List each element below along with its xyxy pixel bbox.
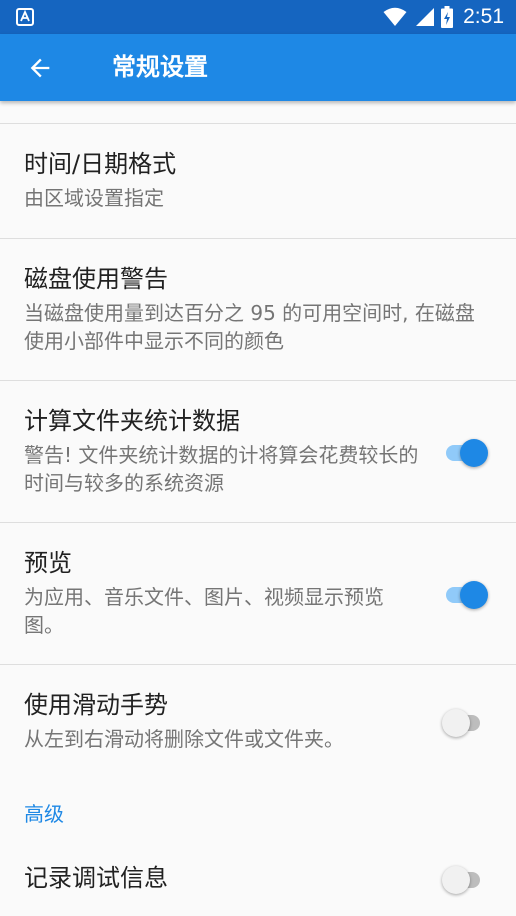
switch-thumb	[442, 866, 470, 894]
pref-summary: 为应用、音乐文件、图片、视频显示预览图。	[24, 585, 384, 637]
folder-stats-switch[interactable]	[442, 436, 488, 468]
category-advanced: 高级	[24, 802, 64, 826]
pref-title: 时间/日期格式	[24, 150, 177, 178]
app-notification-icon	[16, 8, 34, 26]
pref-summary: 由区域设置指定	[24, 186, 164, 210]
pref-folder-stats[interactable]: 计算文件夹统计数据 警告! 文件夹统计数据的计将算会花费较长的时间与较多的系统资…	[0, 381, 516, 523]
switch-thumb	[460, 438, 488, 467]
pref-title: 磁盘使用警告	[24, 265, 168, 293]
status-time: 2:51	[463, 5, 504, 28]
pref-title: 预览	[24, 549, 72, 577]
app-bar: 常规设置	[0, 34, 516, 101]
list-top-divider	[0, 101, 516, 124]
signal-icon	[416, 8, 435, 26]
pref-disk-usage-warning[interactable]: 磁盘使用警告 当磁盘使用量到达百分之 95 的可用空间时, 在磁盘使用小部件中显…	[0, 239, 516, 381]
pref-preview[interactable]: 预览 为应用、音乐文件、图片、视频显示预览图。	[0, 523, 516, 665]
pref-summary: 当磁盘使用量到达百分之 95 的可用空间时, 在磁盘使用小部件中显示不同的颜色	[24, 301, 475, 353]
pref-summary: 警告! 文件夹统计数据的计将算会花费较长的时间与较多的系统资源	[24, 443, 419, 495]
pref-title: 记录调试信息	[24, 864, 168, 892]
wifi-icon	[383, 7, 407, 26]
pref-title: 使用滑动手势	[24, 691, 168, 719]
page-title: 常规设置	[112, 53, 208, 81]
debug-log-switch[interactable]	[442, 863, 488, 895]
pref-debug-log[interactable]: 记录调试信息	[0, 849, 516, 909]
status-bar: 2:51	[0, 0, 516, 34]
pref-swipe-gesture[interactable]: 使用滑动手势 从左到右滑动将删除文件或文件夹。	[0, 665, 516, 779]
preview-switch[interactable]	[442, 578, 488, 610]
battery-charging-icon	[441, 6, 454, 28]
swipe-gesture-switch[interactable]	[442, 706, 488, 738]
status-icons: 2:51	[383, 0, 504, 34]
settings-list: 时间/日期格式 由区域设置指定 磁盘使用警告 当磁盘使用量到达百分之 95 的可…	[0, 101, 516, 909]
switch-thumb	[460, 580, 488, 609]
pref-summary: 从左到右滑动将删除文件或文件夹。	[24, 727, 344, 751]
pref-date-format[interactable]: 时间/日期格式 由区域设置指定	[0, 124, 516, 239]
switch-thumb	[442, 709, 470, 737]
pref-title: 计算文件夹统计数据	[24, 407, 240, 435]
arrow-back-icon[interactable]	[26, 54, 54, 82]
